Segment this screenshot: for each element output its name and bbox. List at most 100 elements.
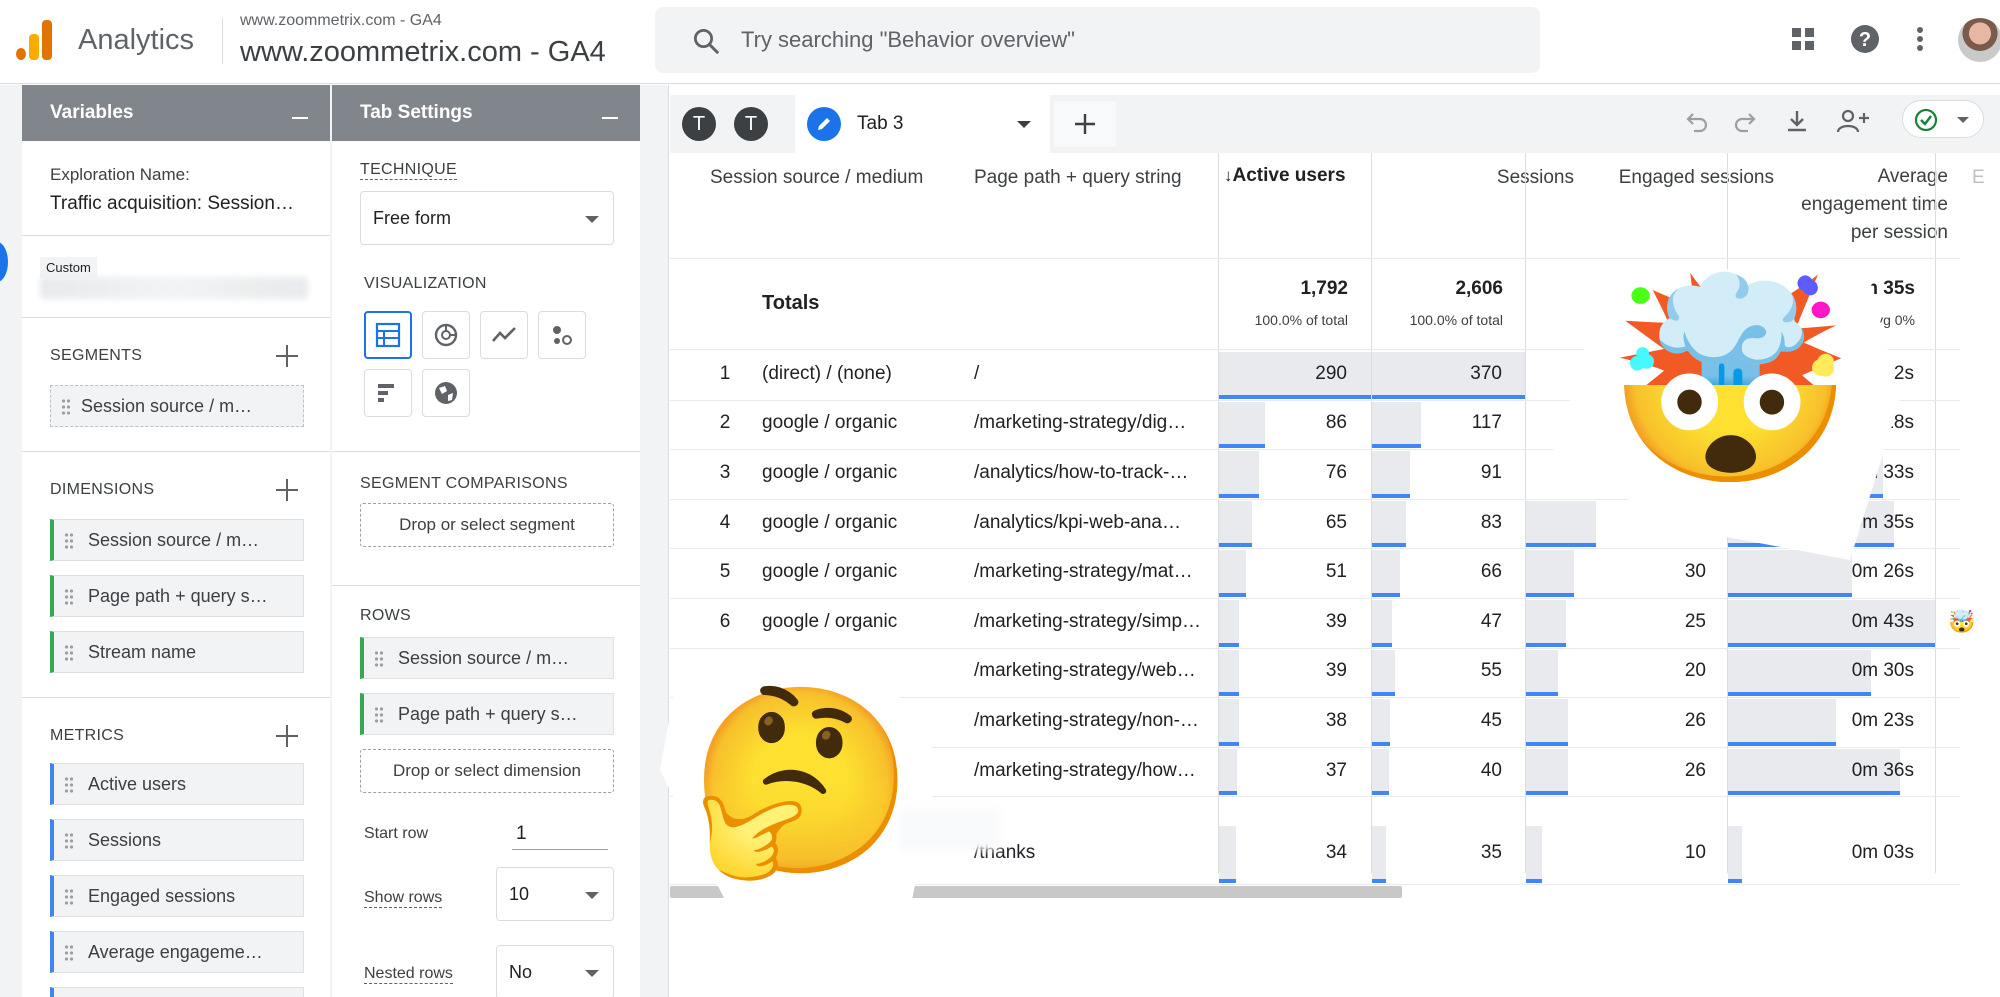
technique-select[interactable]: Free form (360, 191, 614, 245)
cell-sessions: 83 (1480, 511, 1502, 533)
drag-handle-icon[interactable] (64, 888, 74, 906)
drag-handle-icon[interactable] (61, 398, 71, 416)
cell-bar (1526, 791, 1568, 796)
metric-chip-partial[interactable] (50, 987, 304, 997)
variables-panel: Variables Exploration Name: Traffic acqu… (22, 85, 330, 997)
totals-sessions-pct: 100.0% of total (1409, 312, 1503, 328)
date-range-value[interactable] (40, 277, 308, 299)
cell-sessions: 55 (1480, 660, 1502, 682)
viz-line-button[interactable] (480, 311, 528, 359)
segment-comparisons-label: SEGMENT COMPARISONS (360, 475, 568, 492)
segment-drop-zone[interactable]: Drop or select segment (360, 503, 614, 547)
undo-icon[interactable] (1680, 104, 1714, 138)
search-input[interactable] (741, 21, 1501, 59)
more-vert-icon[interactable] (1903, 22, 1937, 56)
cell-active-users: 290 (1315, 362, 1347, 384)
save-status-button[interactable] (1902, 100, 1984, 138)
dimension-chip[interactable]: Session source / m… (50, 519, 304, 561)
chevron-down-icon (585, 216, 599, 223)
viz-bar-button[interactable] (364, 369, 412, 417)
variables-title: Variables (50, 102, 134, 123)
add-tab-button[interactable] (1054, 101, 1116, 147)
drag-handle-icon[interactable] (64, 776, 74, 794)
dimension-chip[interactable]: Page path + query s… (50, 575, 304, 617)
edit-pencil-icon[interactable] (807, 107, 841, 141)
line-chart-icon (492, 327, 516, 342)
cell-active-users: 76 (1325, 462, 1347, 483)
cell-source: google / organic (762, 561, 898, 583)
search-icon (694, 29, 719, 54)
download-icon[interactable] (1780, 104, 1814, 138)
exploding-head-emoji: 🤯 (1606, 265, 1856, 498)
add-segment-icon[interactable] (276, 345, 298, 367)
tab-1[interactable]: T (682, 107, 716, 141)
tab-settings-header: Tab Settings (332, 85, 640, 141)
show-rows-select[interactable]: 10 (496, 867, 614, 921)
cell-active-users: 39 (1325, 610, 1347, 632)
drag-handle-icon[interactable] (64, 832, 74, 850)
top-header: Analytics www.zoommetrix.com - GA4 www.z… (0, 0, 2000, 84)
help-icon[interactable]: ? (1848, 22, 1882, 56)
thinking-face-emoji: 🤔 (688, 675, 915, 887)
metric-chip[interactable]: Average engageme… (50, 931, 304, 973)
metric-chip[interactable]: Sessions (50, 819, 304, 861)
row-index: 1 (719, 362, 731, 384)
row-index: 2 (719, 412, 731, 434)
svg-text:?: ? (1859, 29, 1871, 51)
cell-sessions: 40 (1480, 759, 1502, 781)
property-selector[interactable]: www.zoommetrix.com - GA4 (240, 36, 606, 69)
tab-3-label: Tab 3 (857, 113, 904, 134)
blurred-text (900, 810, 1000, 850)
add-metric-icon[interactable] (276, 725, 298, 747)
chevron-down-icon[interactable] (1017, 121, 1031, 128)
account-name[interactable]: www.zoommetrix.com - GA4 (240, 12, 442, 30)
search-bar[interactable] (655, 7, 1540, 73)
drag-handle-icon[interactable] (64, 588, 74, 606)
cell-bar (1219, 642, 1239, 647)
share-user-icon[interactable] (1836, 104, 1870, 138)
cell-active-users: 38 (1325, 710, 1347, 731)
globe-icon (435, 382, 457, 404)
viz-scatter-button[interactable] (538, 311, 586, 359)
dimension-chip[interactable]: Stream name (50, 631, 304, 673)
cell-engaged: 20 (1684, 660, 1706, 682)
tab-settings-panel: Tab Settings TECHNIQUE Free form VISUALI… (332, 85, 640, 997)
apps-grid-icon[interactable] (1786, 22, 1820, 56)
analytics-logo-icon[interactable] (16, 20, 54, 60)
cell-bar (1526, 741, 1568, 746)
cell-page: / (974, 362, 980, 384)
metric-chip[interactable]: Active users (50, 763, 304, 805)
cell-avg-time: 0m 30s (1851, 660, 1914, 682)
row-chip[interactable]: Page path + query s… (360, 693, 614, 735)
cell-bar (1372, 444, 1421, 449)
row-chip[interactable]: Session source / m… (360, 637, 614, 679)
dimension-drop-zone[interactable]: Drop or select dimension (360, 749, 614, 793)
collapse-tab-settings-icon[interactable] (602, 117, 618, 119)
drag-handle-icon[interactable] (64, 644, 74, 662)
drag-handle-icon[interactable] (64, 532, 74, 550)
cell-bar (1728, 879, 1742, 884)
cell-bar (1219, 444, 1265, 449)
drag-handle-icon[interactable] (64, 944, 74, 962)
tab-3[interactable]: Tab 3 (795, 95, 1050, 153)
cell-bar (1526, 692, 1558, 697)
redo-icon[interactable] (1728, 104, 1762, 138)
start-row-input[interactable]: 1 (512, 823, 608, 850)
nested-rows-select[interactable]: No (496, 945, 614, 997)
scatter-plot-icon (553, 326, 572, 345)
user-avatar[interactable] (1958, 18, 2000, 62)
viz-geo-button[interactable] (422, 369, 470, 417)
nested-rows-label: Nested rows (364, 965, 453, 984)
segment-chip[interactable]: Session source / m… (50, 385, 304, 427)
cell-bar (1372, 642, 1392, 647)
drag-handle-icon[interactable] (374, 706, 384, 724)
drag-handle-icon[interactable] (374, 650, 384, 668)
viz-donut-button[interactable] (422, 311, 470, 359)
viz-table-button[interactable] (364, 311, 412, 359)
exploration-name-value[interactable]: Traffic acquisition: Session… (50, 193, 294, 215)
collapse-variables-icon[interactable] (292, 117, 308, 119)
chevron-down-icon (585, 892, 599, 899)
add-dimension-icon[interactable] (276, 479, 298, 501)
tab-2[interactable]: T (734, 107, 768, 141)
metric-chip[interactable]: Engaged sessions (50, 875, 304, 917)
